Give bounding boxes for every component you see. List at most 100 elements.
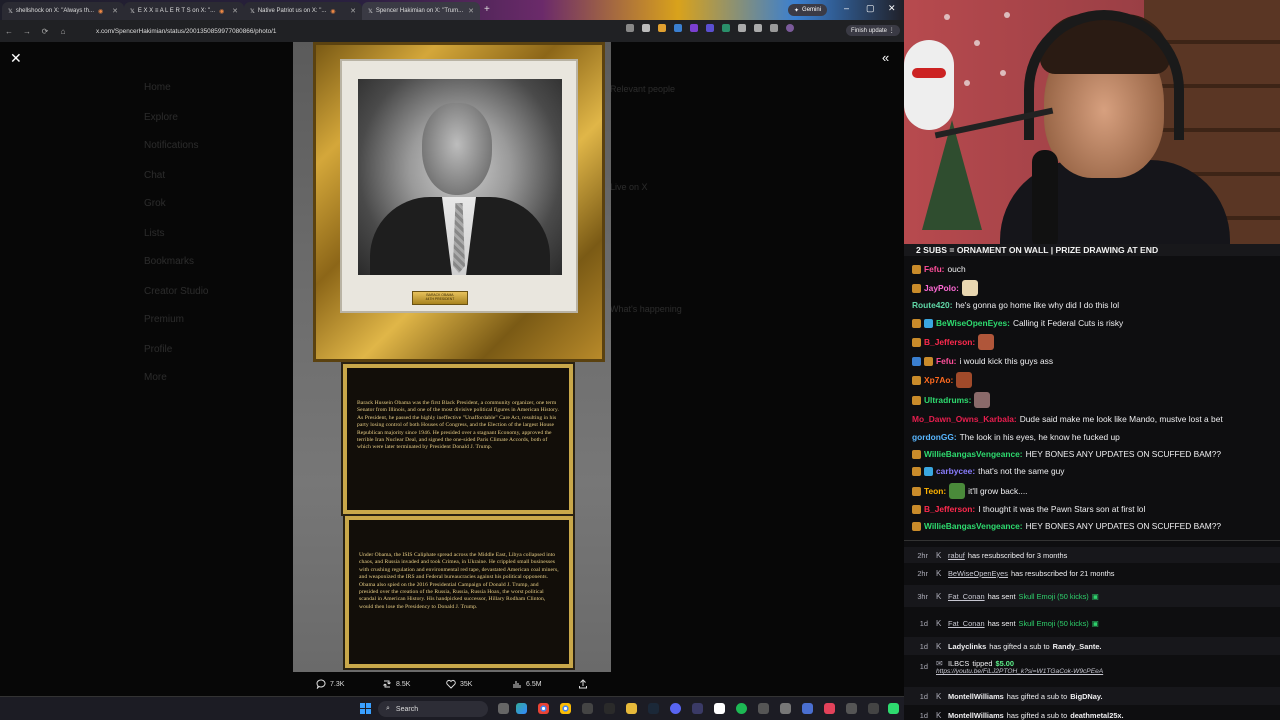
puzzle-icon[interactable] (738, 24, 746, 32)
tab-title: Native Patriot us on X: "... (257, 8, 327, 14)
reload-button[interactable]: ⟳ (36, 27, 54, 36)
like-button[interactable]: 35K (446, 679, 472, 689)
event-user[interactable]: ILBCS (948, 659, 969, 668)
chat-username[interactable]: gordonGG: (912, 432, 957, 442)
taskbar-search[interactable]: ⌕ Search (378, 701, 488, 717)
chat-username[interactable]: WillieBangasVengeance: (924, 521, 1023, 531)
extension-icon[interactable] (706, 24, 714, 32)
back-button[interactable]: ← (0, 27, 18, 36)
extension-icon[interactable] (674, 24, 682, 32)
steam-icon[interactable] (648, 703, 659, 714)
chat-username[interactable]: Fefu: (936, 356, 956, 366)
close-tab-icon[interactable]: ✕ (350, 7, 356, 15)
browser-tab[interactable]: 𝕏 shellshock on X: "Always th... ◉ ✕ (2, 2, 124, 20)
sidebar-icon[interactable] (754, 24, 762, 32)
app-icon[interactable] (868, 703, 879, 714)
maximize-button[interactable]: ▢ (866, 3, 875, 14)
chat-username[interactable]: Route420: (912, 300, 953, 310)
extension-icon[interactable] (658, 24, 666, 32)
close-tab-icon[interactable]: ✕ (232, 7, 238, 15)
event-target[interactable]: Randy_Sante. (1053, 642, 1102, 651)
close-viewer-button[interactable]: ✕ (10, 50, 22, 67)
nav-profile[interactable]: Profile (144, 344, 172, 355)
event-user[interactable]: Fat_Conan (948, 619, 985, 628)
browser-tab[interactable]: 𝕏 E X X ≡ A L E R T S on X: "... ◉ ✕ (124, 2, 244, 20)
file-explorer-icon[interactable] (626, 703, 637, 714)
app-icon[interactable] (758, 703, 769, 714)
chat-username[interactable]: JayPolo: (924, 283, 959, 293)
audio-icon[interactable]: ◉ (219, 8, 224, 15)
url-field[interactable]: x.com/SpencerHakimian/status/20013508599… (84, 24, 624, 38)
install-icon[interactable] (626, 24, 634, 32)
minimize-button[interactable]: – (844, 3, 849, 13)
reply-button[interactable]: 7.3K (316, 679, 344, 689)
chat-username[interactable]: BeWiseOpenEyes: (936, 318, 1010, 328)
event-link[interactable]: https://youtu.be/FiLJ2PTOH_k?si=W1TGaCok… (936, 668, 1103, 675)
chat-username[interactable]: carbycee: (936, 466, 975, 476)
star-icon[interactable] (642, 24, 650, 32)
chat-username[interactable]: Xp7Ao: (924, 375, 953, 385)
extension-icon[interactable] (722, 24, 730, 32)
nav-premium[interactable]: Premium (144, 314, 184, 325)
repost-button[interactable]: 8.5K (382, 679, 410, 689)
app-icon[interactable] (582, 703, 593, 714)
app-icon[interactable] (780, 703, 791, 714)
home-button[interactable]: ⌂ (54, 27, 72, 36)
forward-button[interactable]: → (18, 27, 36, 36)
event-user[interactable]: MontellWilliams (948, 692, 1004, 701)
nav-notifications[interactable]: Notifications (144, 140, 198, 151)
extension-icon[interactable] (690, 24, 698, 32)
chat-username[interactable]: B_Jefferson: (924, 504, 975, 514)
app-icon[interactable] (846, 703, 857, 714)
nav-creator-studio[interactable]: Creator Studio (144, 286, 208, 297)
chat-username[interactable]: Teon: (924, 486, 946, 496)
browser-tab-active[interactable]: 𝕏 Spencer Hakimian on X: "Trum... ✕ (362, 2, 480, 20)
nav-explore[interactable]: Explore (144, 112, 178, 123)
app-icon[interactable] (692, 703, 703, 714)
event-target[interactable]: deathmetal25x. (1070, 711, 1123, 720)
profile-avatar[interactable] (786, 24, 794, 32)
event-user[interactable]: rabuf (948, 551, 965, 560)
nav-more[interactable]: More (144, 372, 167, 383)
download-icon[interactable] (770, 24, 778, 32)
app-icon[interactable] (714, 703, 725, 714)
event-user[interactable]: Ladyclinks (948, 642, 986, 651)
gemini-button[interactable]: ✦ Gemini (788, 4, 828, 16)
event-user[interactable]: MontellWilliams (948, 711, 1004, 720)
event-target[interactable]: BigDNay. (1070, 692, 1102, 701)
nav-chat[interactable]: Chat (144, 170, 165, 181)
task-view-icon[interactable] (498, 703, 509, 714)
chat-username[interactable]: Fefu: (924, 264, 944, 274)
chat-username[interactable]: B_Jefferson: (924, 337, 975, 347)
share-button[interactable] (578, 679, 588, 689)
views-button[interactable]: 6.5M (512, 679, 542, 689)
kick-icon[interactable] (888, 703, 899, 714)
edge-icon[interactable] (516, 703, 527, 714)
chrome-profile-icon[interactable] (560, 703, 571, 714)
event-user[interactable]: Fat_Conan (948, 592, 985, 601)
chat-username[interactable]: WillieBangasVengeance: (924, 449, 1023, 459)
close-tab-icon[interactable]: ✕ (112, 7, 118, 15)
nav-lists[interactable]: Lists (144, 228, 165, 239)
spotify-icon[interactable] (736, 703, 747, 714)
app-icon[interactable] (802, 703, 813, 714)
audio-icon[interactable]: ◉ (98, 8, 103, 15)
event-user[interactable]: BeWiseOpenEyes (948, 569, 1008, 578)
app-icon[interactable] (824, 703, 835, 714)
chrome-icon[interactable] (538, 703, 549, 714)
chat-username[interactable]: Mo_Dawn_Owns_Karbala: (912, 414, 1017, 424)
nav-grok[interactable]: Grok (144, 198, 166, 209)
chat-username[interactable]: Ultradrums: (924, 395, 971, 405)
discord-icon[interactable] (670, 703, 681, 714)
close-window-button[interactable]: ✕ (888, 3, 896, 14)
nav-home[interactable]: Home (144, 82, 171, 93)
close-tab-icon[interactable]: ✕ (468, 7, 474, 15)
finish-update-button[interactable]: Finish update ⋮ (846, 25, 900, 36)
app-icon[interactable] (604, 703, 615, 714)
browser-tab[interactable]: 𝕏 Native Patriot us on X: "... ◉ ✕ (244, 2, 362, 20)
new-tab-button[interactable]: + (484, 4, 490, 15)
collapse-sidebar-button[interactable]: « (882, 50, 889, 65)
audio-icon[interactable]: ◉ (330, 8, 335, 15)
nav-bookmarks[interactable]: Bookmarks (144, 256, 194, 267)
windows-start-icon[interactable] (360, 703, 371, 714)
